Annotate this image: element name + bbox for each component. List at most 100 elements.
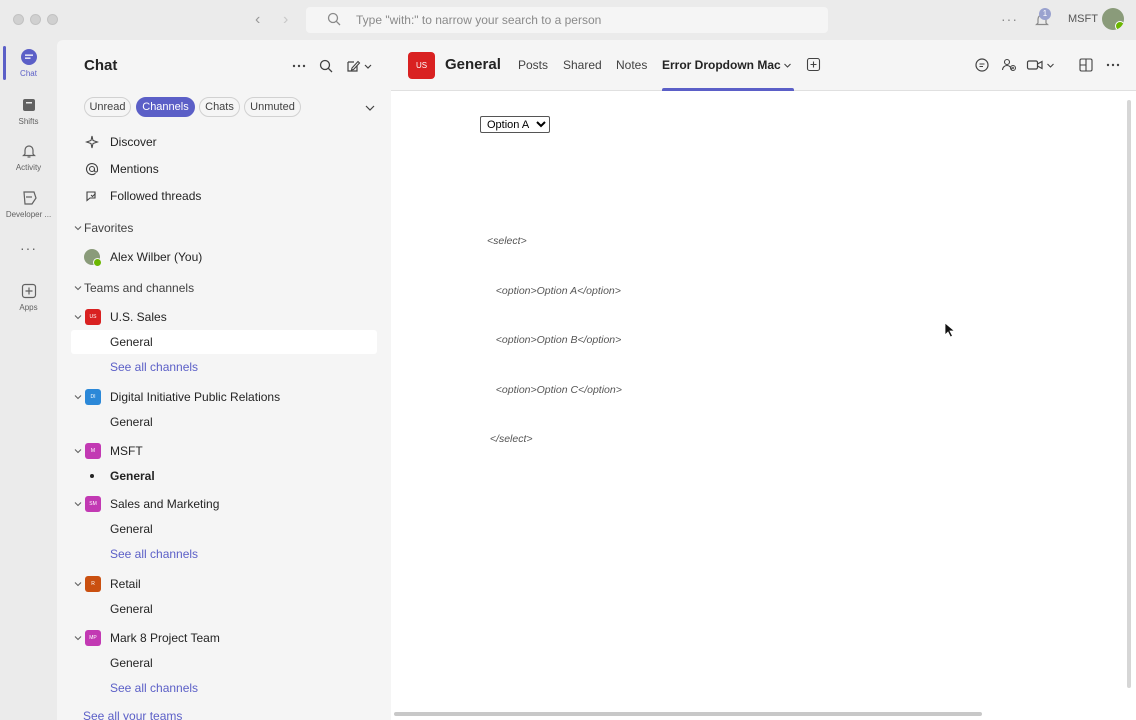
channel-general-us-sales[interactable]: General (71, 330, 377, 354)
rail-chat-label: Chat (20, 69, 37, 78)
rail-activity-label: Activity (15, 163, 42, 172)
search-icon[interactable] (318, 58, 334, 74)
chevron-down-icon (74, 226, 82, 231)
team-mark-8-project-team[interactable]: MP Mark 8 Project Team (71, 626, 377, 650)
notification-badge: 1 (1039, 8, 1051, 20)
chevron-down-icon[interactable] (783, 61, 792, 70)
rail-developer-portal[interactable]: Developer ... (0, 189, 57, 219)
search-input[interactable]: Type "with:" to narrow your search to a … (306, 7, 828, 33)
channel-name: General (110, 656, 153, 670)
minimize-window-button[interactable] (30, 14, 41, 25)
video-call-icon[interactable] (1026, 57, 1044, 73)
channel-general-mark-8[interactable]: General (71, 651, 377, 675)
rail-more-apps[interactable]: ··· (0, 240, 57, 256)
team-avatar: R (85, 576, 101, 592)
see-all-channels-label: See all channels (110, 360, 199, 374)
code-line: <option>Option C</option> (487, 383, 622, 396)
favorite-user-item[interactable]: Alex Wilber (You) (71, 245, 377, 269)
app-rail: Chat Shifts Activity Developer ... ··· A… (0, 40, 57, 720)
horizontal-scrollbar[interactable] (394, 712, 982, 716)
unread-dot (90, 474, 94, 478)
team-name: U.S. Sales (110, 310, 167, 324)
rail-developer-portal-label: Developer ... (5, 210, 52, 219)
chat-list-pane: Chat Unread Channels Chats Unmuted Disco… (57, 40, 391, 720)
forward-arrow-icon[interactable]: › (283, 10, 288, 30)
chevron-down-icon[interactable] (1046, 57, 1055, 73)
channel-header: US General Posts Shared Notes Error Drop… (391, 40, 1136, 91)
sparkle-icon (85, 135, 99, 149)
new-chat-icon[interactable] (345, 58, 361, 74)
team-avatar: DI (85, 389, 101, 405)
user-avatar[interactable] (1102, 8, 1124, 30)
team-us-sales[interactable]: US U.S. Sales (71, 305, 377, 329)
add-tab-icon[interactable] (806, 57, 821, 72)
avatar (84, 249, 102, 267)
back-arrow-icon[interactable]: ‹ (255, 10, 260, 30)
filter-unmuted[interactable]: Unmuted (244, 97, 301, 117)
see-all-teams-link[interactable]: See all your teams (57, 704, 363, 720)
code-snippet: <select> <option>Option A</option> <opti… (487, 200, 622, 481)
org-name[interactable]: MSFT (1068, 13, 1098, 25)
see-all-channels-link[interactable]: See all channels (71, 542, 377, 566)
rail-chat[interactable]: Chat (0, 48, 57, 78)
code-line: <option>Option A</option> (487, 284, 621, 297)
rail-apps-label: Apps (19, 303, 38, 312)
people-icon[interactable] (1001, 57, 1017, 73)
see-all-channels-link[interactable]: See all channels (71, 355, 377, 379)
mentions-item[interactable]: Mentions (71, 157, 377, 181)
filter-chats[interactable]: Chats (199, 97, 240, 117)
rail-shifts[interactable]: Shifts (0, 96, 57, 126)
channel-general-sales-and-marketing[interactable]: General (71, 517, 377, 541)
search-placeholder: Type "with:" to narrow your search to a … (356, 13, 602, 27)
channel-general-msft[interactable]: General (71, 464, 377, 488)
chevron-down-icon (74, 315, 82, 320)
team-avatar: M (85, 443, 101, 459)
more-options-icon[interactable] (1105, 57, 1121, 73)
filter-channels[interactable]: Channels (136, 97, 195, 117)
see-all-channels-label: See all channels (110, 547, 199, 561)
channel-general-digital-initiative[interactable]: General (71, 410, 377, 434)
rail-activity[interactable]: Activity (0, 142, 57, 172)
more-options-icon[interactable] (291, 58, 307, 74)
tab-error-dropdown-mac[interactable]: Error Dropdown Mac (662, 58, 781, 72)
tab-shared[interactable]: Shared (563, 58, 602, 72)
chevron-down-icon[interactable] (364, 102, 376, 114)
team-name: MSFT (110, 444, 143, 458)
app-grid-icon[interactable] (1078, 57, 1094, 73)
title-bar: ‹ › Type "with:" to narrow your search t… (0, 0, 1136, 40)
filter-unread[interactable]: Unread (84, 97, 131, 117)
team-retail[interactable]: R Retail (71, 572, 377, 596)
mentions-label: Mentions (110, 162, 159, 176)
tab-notes[interactable]: Notes (616, 58, 647, 72)
search-icon (327, 12, 341, 26)
channel-name: General (110, 469, 155, 483)
option-dropdown[interactable]: Option AOption BOption C (480, 116, 550, 133)
team-sales-and-marketing[interactable]: SM Sales and Marketing (71, 492, 377, 516)
team-digital-initiative[interactable]: DI Digital Initiative Public Relations (71, 385, 377, 409)
channel-general-retail[interactable]: General (71, 597, 377, 621)
chat-bubble-icon[interactable] (974, 57, 990, 73)
channel-title: General (445, 56, 501, 73)
see-all-channels-link[interactable]: See all channels (71, 676, 377, 700)
tab-posts[interactable]: Posts (518, 58, 548, 72)
zoom-window-button[interactable] (47, 14, 58, 25)
team-name: Sales and Marketing (110, 497, 220, 511)
team-msft[interactable]: M MSFT (71, 439, 377, 463)
close-window-button[interactable] (13, 14, 24, 25)
channel-avatar: US (408, 52, 435, 79)
followed-threads-item[interactable]: Followed threads (71, 184, 377, 208)
bell-icon (21, 145, 36, 158)
teams-label: Teams and channels (84, 281, 195, 295)
rail-apps[interactable]: Apps (0, 282, 57, 312)
favorite-user-name: Alex Wilber (You) (110, 250, 203, 264)
followed-threads-label: Followed threads (110, 189, 202, 203)
chevron-down-icon (74, 286, 82, 291)
channel-name: General (110, 415, 153, 429)
chevron-down-icon (74, 449, 82, 454)
team-avatar: MP (85, 630, 101, 646)
chevron-down-icon[interactable] (363, 58, 373, 74)
vertical-scrollbar[interactable] (1127, 100, 1131, 688)
shifts-icon (22, 99, 35, 111)
more-options-icon[interactable]: ··· (1001, 11, 1018, 27)
discover-item[interactable]: Discover (71, 130, 377, 154)
